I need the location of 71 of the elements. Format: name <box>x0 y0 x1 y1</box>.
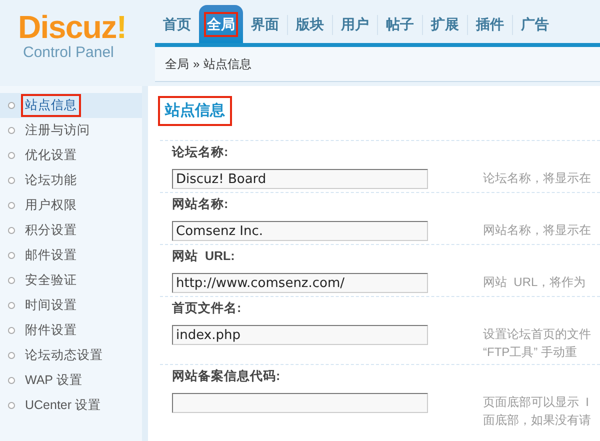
help-text: “FTP工具” 手动重 <box>483 344 578 361</box>
bullet-icon <box>8 177 15 184</box>
input-field[interactable]: Discuz! Board <box>172 169 428 189</box>
sidebar-item[interactable]: 安全验证 <box>0 268 142 293</box>
input-field[interactable]: http://www.comsenz.com/ <box>172 273 428 293</box>
logo-text: Discuz <box>18 10 116 44</box>
sidebar-item[interactable]: 邮件设置 <box>0 243 142 268</box>
sidebar-item-label: 邮件设置 <box>24 247 78 264</box>
logo-mark: ! <box>116 10 126 44</box>
field-label: 网站 URL: <box>172 249 236 264</box>
breadcrumb-current: 站点信息 <box>204 56 252 73</box>
nav-tab[interactable]: 版块 <box>295 14 325 34</box>
field-label: 网站备案信息代码: <box>172 369 282 384</box>
sidebar-item-label: 站点信息 <box>23 96 79 115</box>
sidebar-item[interactable]: 注册与访问 <box>0 118 142 143</box>
sidebar-item[interactable]: 附件设置 <box>0 318 142 343</box>
breadcrumb-separator: » <box>193 56 200 73</box>
bullet-icon <box>8 152 15 159</box>
bullet-icon <box>8 227 15 234</box>
help-text: 论坛名称，将显示在 <box>483 170 591 187</box>
bullet-icon <box>8 302 15 309</box>
bullet-icon <box>8 127 15 134</box>
sidebar-item[interactable]: 用户权限 <box>0 193 142 218</box>
sidebar-item-label: WAP 设置 <box>24 372 84 390</box>
nav-tab[interactable]: 扩展 <box>430 14 460 34</box>
nav-tab[interactable]: 帖子 <box>385 14 415 34</box>
input-field[interactable] <box>172 393 428 413</box>
sidebar-item-label: 安全验证 <box>24 272 78 290</box>
bullet-icon <box>8 202 15 209</box>
sidebar-item-label: 注册与访问 <box>24 122 91 140</box>
logo-subtitle: Control Panel <box>22 44 115 62</box>
sidebar-item[interactable]: 论坛动态设置 <box>0 343 142 368</box>
bullet-icon <box>8 377 15 384</box>
nav-tab[interactable]: 首页 <box>162 14 192 34</box>
breadcrumb-link[interactable]: 全局 <box>165 55 189 73</box>
nav-tab[interactable]: 插件 <box>475 14 505 34</box>
sidebar-item[interactable]: 积分设置 <box>0 218 142 243</box>
bullet-icon <box>8 102 15 109</box>
sidebar-item-label: UCenter 设置 <box>24 397 102 414</box>
field-label: 首页文件名: <box>172 301 242 316</box>
bullet-icon <box>8 277 15 284</box>
sidebar-item[interactable]: WAP 设置 <box>0 368 142 393</box>
sidebar-item[interactable]: 优化设置 <box>0 143 142 168</box>
help-text: 设置论坛首页的文件 <box>483 326 591 343</box>
bullet-icon <box>8 252 15 259</box>
bullet-icon <box>8 402 15 409</box>
input-field[interactable]: index.php <box>172 325 428 345</box>
section-heading: 站点信息 <box>160 98 230 124</box>
nav-tab[interactable]: 用户 <box>340 14 370 34</box>
help-text: 网站名称，将显示在 <box>483 222 591 239</box>
sidebar-item-label: 论坛功能 <box>24 172 78 190</box>
help-text: 网站 URL，将作为 <box>483 274 586 291</box>
sidebar-item[interactable]: 论坛功能 <box>0 168 142 193</box>
sidebar-item[interactable]: 时间设置 <box>0 293 142 318</box>
help-text: 页面底部可以显示 I <box>483 394 590 411</box>
sidebar-item-label: 优化设置 <box>24 147 78 164</box>
sidebar-item-label: 积分设置 <box>24 222 78 240</box>
sidebar-item-label: 时间设置 <box>24 297 78 314</box>
help-text: 面底部，如果没有请 <box>483 412 591 429</box>
sidebar-item[interactable]: 站点信息 <box>0 93 142 118</box>
sidebar-item-label: 用户权限 <box>24 197 78 214</box>
sidebar-item-label: 附件设置 <box>24 322 78 340</box>
nav-tab[interactable]: 界面 <box>250 14 280 34</box>
sidebar-item-label: 论坛动态设置 <box>24 347 104 364</box>
field-label: 论坛名称: <box>172 145 230 160</box>
sidebar-item[interactable]: UCenter 设置 <box>0 393 142 418</box>
nav-tab[interactable]: 广告 <box>520 14 550 34</box>
field-label: 网站名称: <box>172 197 230 212</box>
bullet-icon <box>8 327 15 334</box>
input-field[interactable]: Comsenz Inc. <box>172 221 428 241</box>
bullet-icon <box>8 352 15 359</box>
